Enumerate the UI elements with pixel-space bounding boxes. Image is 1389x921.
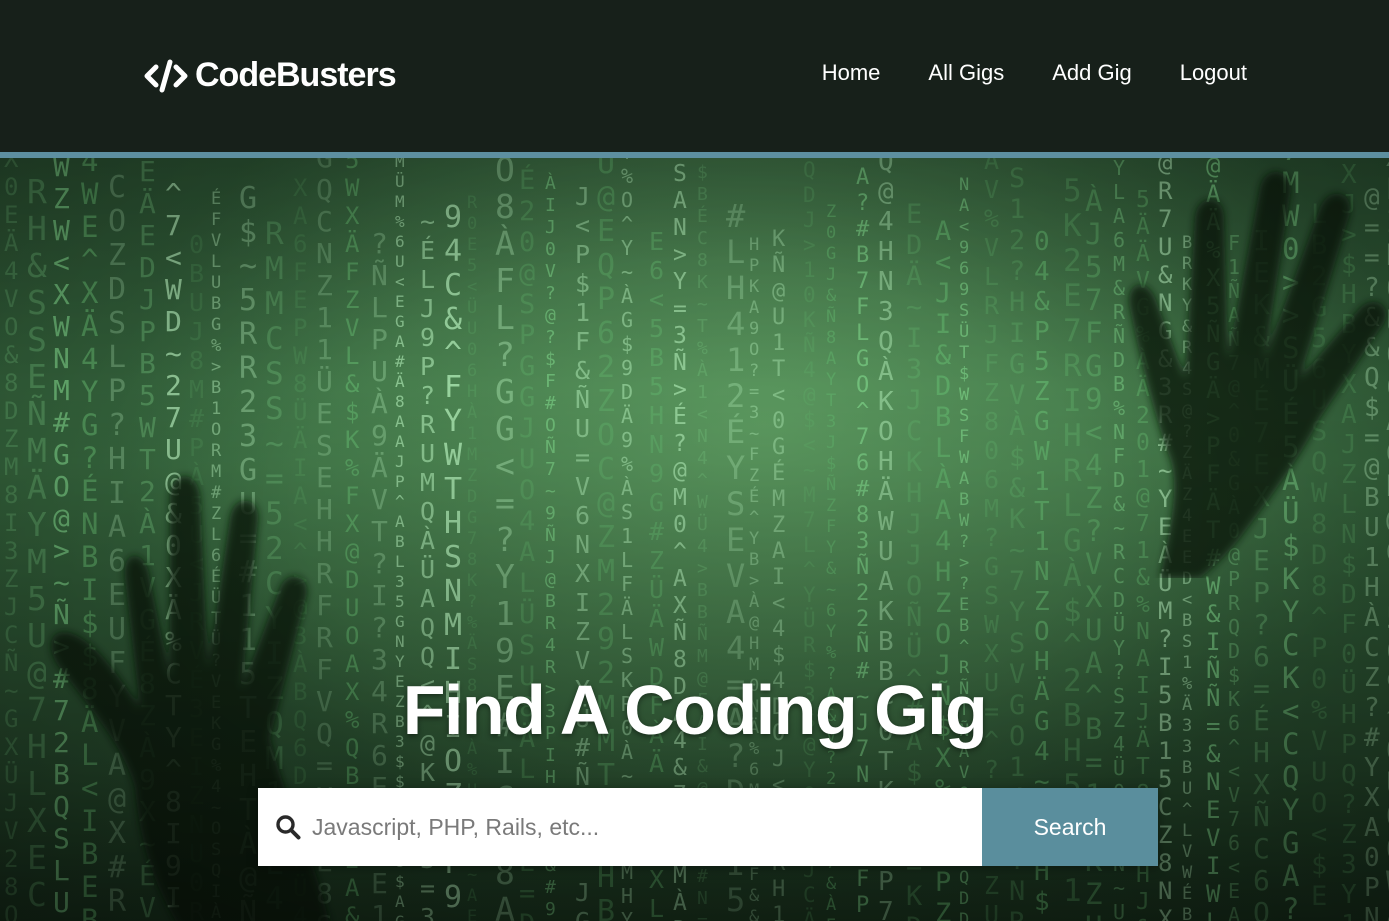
nav-logout-link[interactable]: Logout	[1180, 60, 1247, 86]
hero-section: X0EÄ4VO&8DZM8I3ZJCÑ~GXÜJV28ORH&SSEÑMÄYM5…	[0, 158, 1389, 921]
nav-add-gig-link[interactable]: Add Gig	[1052, 60, 1132, 86]
nav-home-link[interactable]: Home	[822, 60, 881, 86]
main-nav: Home All Gigs Add Gig Logout	[822, 60, 1247, 86]
brand-logo[interactable]: CodeBusters	[143, 56, 397, 95]
site-header: CodeBusters Home All Gigs Add Gig Logout	[0, 0, 1389, 152]
hero-title: Find A Coding Gig	[402, 671, 988, 749]
nav-all-gigs-link[interactable]: All Gigs	[928, 60, 1004, 86]
search-field	[258, 788, 982, 866]
code-icon	[143, 57, 189, 95]
search-icon	[258, 788, 312, 866]
search-button[interactable]: Search	[982, 788, 1158, 866]
search-form: Search	[258, 788, 1158, 866]
search-input[interactable]	[312, 788, 982, 866]
brand-name: CodeBusters	[195, 56, 397, 94]
